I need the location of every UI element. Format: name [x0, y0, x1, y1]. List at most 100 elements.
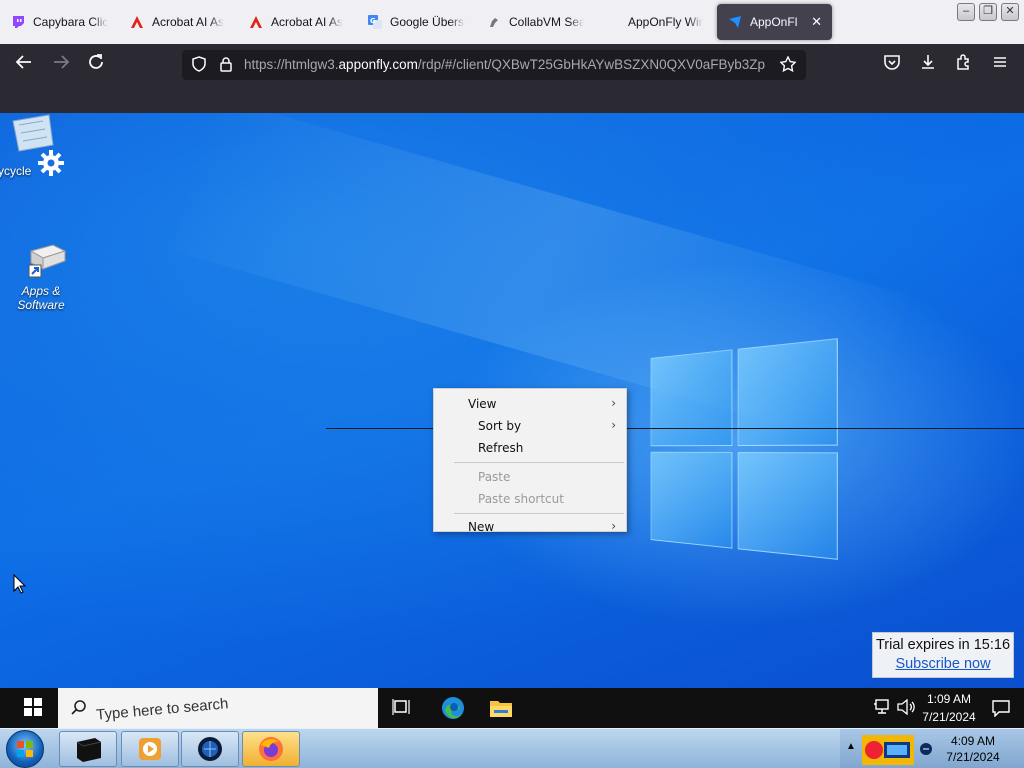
menu-separator [454, 462, 624, 463]
show-hidden-icons-arrow[interactable]: ▲ [846, 741, 856, 752]
apps-software-shortcut[interactable]: Apps & Software [8, 243, 74, 312]
firefox-icon [259, 737, 283, 761]
desktop-context-menu: View › Sort by › Refresh Paste Paste sho… [433, 388, 627, 534]
host-app-bluebox[interactable] [181, 731, 239, 767]
extensions-button[interactable] [951, 52, 977, 78]
tab-acrobat-1[interactable]: Acrobat AI As [119, 4, 237, 40]
tab-apponfly-active[interactable]: AppOnFly ✕ [717, 4, 832, 40]
downloads-button[interactable] [915, 52, 941, 78]
trial-banner: Trial expires in 15:16 Subscribe now [872, 632, 1014, 678]
reload-icon [89, 54, 103, 69]
chevron-right-icon: › [611, 396, 616, 410]
context-item-view[interactable]: View [468, 394, 496, 414]
tab-strip: Capybara Clic Acrobat AI As Acrobat AI A… [0, 0, 1024, 44]
tab-label: Google Überse [390, 15, 465, 29]
remote-taskbar: Type here to search 1:09 AM 7/21/2024 [0, 688, 1024, 728]
collabvm-icon [486, 14, 502, 30]
svg-text:G: G [370, 17, 376, 25]
forward-arrow-icon [54, 55, 70, 69]
search-icon [71, 700, 86, 715]
taskbar-search-box[interactable]: Type here to search [58, 688, 378, 728]
download-icon [922, 55, 934, 69]
shield-tray-icon[interactable] [918, 741, 934, 757]
subscribe-now-link[interactable]: Subscribe now [873, 656, 1013, 672]
acrobat-icon [129, 14, 145, 30]
remote-desktop[interactable]: ycycle Apps & Software View › Sort by › … [0, 113, 1024, 688]
rendering-glitch-line [326, 428, 1024, 429]
url-text[interactable]: https://htmlgw3.apponfly.com/rdp/#/clien… [244, 57, 770, 72]
context-item-new[interactable]: New [468, 517, 494, 537]
network-icon [874, 699, 889, 714]
file-explorer-taskbar-button[interactable] [489, 697, 513, 724]
reload-button[interactable] [83, 52, 109, 78]
close-window-button[interactable]: ✕ [1001, 3, 1019, 21]
tab-collabvm[interactable]: CollabVM Sea [476, 4, 594, 40]
bookmark-star-icon[interactable] [779, 55, 797, 76]
windows-logo-wallpaper [650, 338, 838, 560]
tab-label: CollabVM Sea [509, 15, 584, 29]
tab-apponfly-win[interactable]: AppOnFly Wir [595, 4, 713, 40]
start-button[interactable] [21, 698, 45, 721]
tab-label: Acrobat AI As [271, 15, 344, 29]
tab-label: AppOnFly Wir [628, 15, 703, 29]
media-player-icon [139, 738, 161, 760]
gear-icon [38, 150, 64, 176]
tab-label: Capybara Clic [33, 15, 108, 29]
host-app-terminal[interactable] [59, 731, 117, 767]
back-arrow-icon [15, 55, 31, 69]
acrobat-icon [248, 14, 264, 30]
context-item-paste-shortcut[interactable]: Paste shortcut [478, 489, 564, 509]
folder-icon [490, 701, 512, 717]
host-clock-time: 4:09 AM [950, 734, 996, 748]
lock-icon[interactable] [219, 56, 233, 76]
clock-date: 7/21/2024 [922, 710, 976, 724]
trial-text: Trial expires in 15:16 [875, 637, 1011, 653]
pocket-button[interactable] [879, 52, 905, 78]
edge-taskbar-button[interactable] [440, 695, 464, 726]
recycle-bin-label: ycycle [0, 164, 32, 178]
tab-capybara[interactable]: Capybara Clic [0, 4, 118, 40]
menu-button[interactable] [987, 52, 1013, 78]
task-view-button[interactable] [390, 698, 414, 721]
forward-button[interactable] [48, 52, 74, 78]
network-tray-icon[interactable] [870, 699, 894, 720]
context-item-paste[interactable]: Paste [478, 467, 510, 487]
shield-icon[interactable] [191, 56, 207, 76]
tab-label: AppOnFly [750, 15, 798, 29]
action-center-button[interactable] [989, 699, 1013, 722]
search-placeholder: Type here to search [95, 695, 230, 724]
url-bar[interactable]: https://htmlgw3.apponfly.com/rdp/#/clien… [182, 50, 806, 80]
speaker-icon [897, 698, 915, 716]
host-app-media-player[interactable] [121, 731, 179, 767]
task-view-icon [392, 699, 410, 715]
blue-globe-icon [198, 737, 222, 761]
recycle-bin-shortcut[interactable]: ycycle [0, 113, 70, 178]
tab-label: Acrobat AI As [152, 15, 225, 29]
host-start-orb[interactable] [6, 730, 44, 768]
terminal-icon [76, 738, 102, 762]
host-app-firefox[interactable] [242, 731, 300, 767]
apponfly-icon [605, 14, 621, 30]
nav-bar: https://htmlgw3.apponfly.com/rdp/#/clien… [0, 44, 1024, 86]
taskbar-clock[interactable]: 1:09 AM 7/21/2024 [918, 690, 980, 726]
puzzle-icon [957, 54, 969, 70]
host-tray-apps-icon[interactable] [862, 735, 914, 765]
close-tab-icon[interactable]: ✕ [811, 14, 822, 30]
back-button[interactable] [11, 52, 37, 78]
toolbar-spacer [0, 86, 1024, 113]
context-item-refresh[interactable]: Refresh [478, 438, 523, 458]
windows-start-icon [24, 698, 42, 716]
apps-software-icon [28, 244, 67, 278]
host-clock-date: 7/21/2024 [946, 750, 1000, 764]
tab-google-translate[interactable]: G Google Überse [357, 4, 475, 40]
clock-time: 1:09 AM [926, 692, 972, 706]
context-item-sort-by[interactable]: Sort by [478, 416, 521, 436]
minimize-window-button[interactable]: ‒ [957, 3, 975, 21]
host-clock[interactable]: 4:09 AM 7/21/2024 [940, 733, 1006, 765]
twitch-icon [10, 14, 26, 30]
volume-tray-icon[interactable] [894, 698, 918, 720]
menu-separator [454, 513, 624, 514]
restore-window-button[interactable]: ❐ [979, 3, 997, 21]
apps-software-label: Apps & Software [17, 284, 65, 312]
tab-acrobat-2[interactable]: Acrobat AI As [238, 4, 356, 40]
